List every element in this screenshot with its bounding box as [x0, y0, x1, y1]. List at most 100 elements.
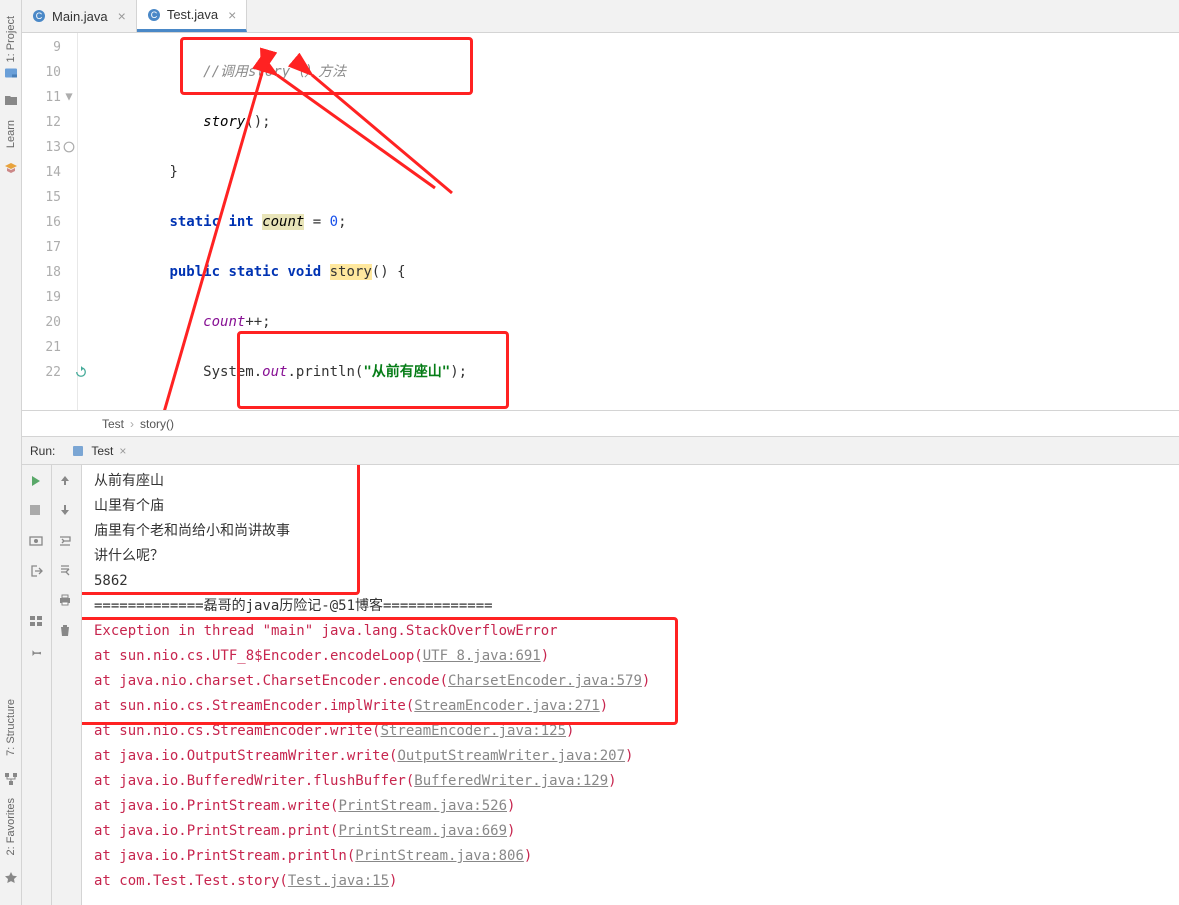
stack-link[interactable]: StreamEncoder.java:125	[381, 723, 566, 739]
close-icon[interactable]: ×	[228, 7, 236, 23]
chevron-right-icon: ›	[130, 417, 134, 431]
stack-frame: at java.io.PrintStream.write(	[94, 798, 338, 814]
line-number: 14	[22, 160, 61, 185]
learn-icon[interactable]	[3, 161, 19, 177]
tab-label: Test.java	[167, 7, 218, 22]
code-call: story	[203, 114, 245, 130]
code-token: =	[304, 214, 329, 230]
code-token: }	[169, 164, 177, 180]
stack-link[interactable]: BufferedWriter.java:129	[414, 773, 608, 789]
run-tab[interactable]: Test ×	[63, 444, 134, 458]
code-ident: count	[262, 214, 304, 230]
exit-icon[interactable]	[28, 563, 46, 581]
stack-link[interactable]: PrintStream.java:806	[355, 848, 524, 864]
stack-frame: at sun.nio.cs.StreamEncoder.write(	[94, 723, 381, 739]
console-line: =============磊哥的java历险记-@51博客===========…	[94, 594, 1167, 619]
stack-link[interactable]: PrintStream.java:526	[338, 798, 507, 814]
run-label: Run:	[30, 444, 55, 458]
stack-frame: at java.io.OutputStreamWriter.write(	[94, 748, 397, 764]
line-number: 18	[22, 260, 61, 285]
stack-suffix: )	[642, 673, 650, 689]
code-token: ++;	[245, 314, 270, 330]
line-number: 21	[22, 335, 61, 360]
code-keyword: static	[169, 214, 220, 230]
dump-icon[interactable]	[28, 533, 46, 551]
breadcrumb-item[interactable]: Test	[102, 417, 124, 431]
stack-frame: at java.nio.charset.CharsetEncoder.encod…	[94, 673, 448, 689]
console-line: 讲什么呢？	[94, 544, 1167, 569]
stack-link[interactable]: StreamEncoder.java:271	[414, 698, 599, 714]
code-token: () {	[372, 264, 406, 280]
editor-tabs: C Main.java × C Test.java ×	[22, 0, 1179, 33]
sidebar-label-project: 1: Project	[5, 16, 17, 62]
stack-link[interactable]: OutputStreamWriter.java:207	[397, 748, 625, 764]
main-area: C Main.java × C Test.java × 9 10 11 12 1…	[22, 0, 1179, 905]
code-comment: //调用story（）方法	[203, 64, 346, 80]
svg-text:C: C	[36, 11, 43, 21]
code-number: 0	[330, 214, 338, 230]
pin-icon[interactable]	[28, 643, 46, 661]
stack-suffix: )	[507, 798, 515, 814]
line-number: 12	[22, 110, 61, 135]
layout-icon[interactable]	[28, 613, 46, 631]
sidebar-tab-learn[interactable]: Learn	[5, 116, 17, 152]
run-header: Run: Test ×	[22, 437, 1179, 465]
line-number: 10	[22, 60, 61, 85]
tab-label: Main.java	[52, 9, 108, 24]
down-icon[interactable]	[58, 503, 76, 521]
structure-icon[interactable]	[4, 772, 18, 786]
code-field: count	[203, 314, 245, 330]
run-actions-secondary	[52, 465, 82, 905]
line-number: 15	[22, 185, 61, 210]
code-keyword: public	[169, 264, 220, 280]
up-icon[interactable]	[58, 473, 76, 491]
method-marker-icon[interactable]	[63, 141, 75, 153]
close-icon[interactable]: ×	[119, 444, 126, 458]
run-tab-label: Test	[91, 444, 113, 458]
collapse-icon[interactable]	[63, 91, 75, 103]
line-number: 22	[22, 360, 61, 385]
code-token: .println(	[287, 364, 363, 380]
stack-suffix: )	[625, 748, 633, 764]
soft-wrap-icon[interactable]	[58, 533, 76, 551]
folder-icon[interactable]	[3, 92, 19, 108]
trash-icon[interactable]	[58, 623, 76, 641]
run-actions-primary	[22, 465, 52, 905]
stack-link[interactable]: Test.java:15	[288, 873, 389, 889]
line-number: 11	[22, 85, 61, 110]
stack-frame: at sun.nio.cs.StreamEncoder.implWrite(	[94, 698, 414, 714]
code-editor[interactable]: 9 10 11 12 13 14 15 16 17 18 19 20 21 22…	[22, 33, 1179, 410]
code-field: out	[262, 364, 287, 380]
console-line: 从前有座山	[94, 469, 1167, 494]
console-line: 庙里有个老和尚给小和尚讲故事	[94, 519, 1167, 544]
stop-icon[interactable]	[28, 503, 46, 521]
code-keyword: void	[287, 264, 321, 280]
console-output[interactable]: 从前有座山 山里有个庙 庙里有个老和尚给小和尚讲故事 讲什么呢？ 5862 ==…	[82, 465, 1179, 905]
line-number: 19	[22, 285, 61, 310]
sidebar-tab-structure[interactable]: 7: Structure	[5, 695, 17, 760]
stack-frame: at com.Test.Test.story(	[94, 873, 288, 889]
app-icon	[71, 444, 85, 458]
console-line: 5862	[94, 569, 1167, 594]
stack-suffix: )	[507, 823, 515, 839]
tab-test-java[interactable]: C Test.java ×	[137, 0, 248, 32]
stack-link[interactable]: UTF 8.java:691	[423, 648, 541, 664]
tab-main-java[interactable]: C Main.java ×	[22, 0, 137, 32]
sidebar-label-structure: 7: Structure	[5, 699, 17, 756]
stack-suffix: )	[600, 698, 608, 714]
star-icon[interactable]	[4, 871, 18, 885]
stack-frame: at sun.nio.cs.UTF_8$Encoder.encodeLoop(	[94, 648, 423, 664]
line-number: 13	[22, 135, 61, 160]
sidebar-tab-favorites[interactable]: 2: Favorites	[5, 794, 17, 859]
scroll-end-icon[interactable]	[58, 563, 76, 581]
line-number: 9	[22, 35, 61, 60]
stack-link[interactable]: PrintStream.java:669	[338, 823, 507, 839]
code-content[interactable]: //调用story（）方法 story(); } static int coun…	[78, 33, 1179, 410]
stack-link[interactable]: CharsetEncoder.java:579	[448, 673, 642, 689]
close-icon[interactable]: ×	[118, 8, 126, 24]
breadcrumb-item[interactable]: story()	[140, 417, 174, 431]
sidebar-tab-project[interactable]: 1: Project	[4, 12, 18, 84]
print-icon[interactable]	[58, 593, 76, 611]
rerun-icon[interactable]	[28, 473, 46, 491]
java-class-icon: C	[32, 9, 46, 23]
